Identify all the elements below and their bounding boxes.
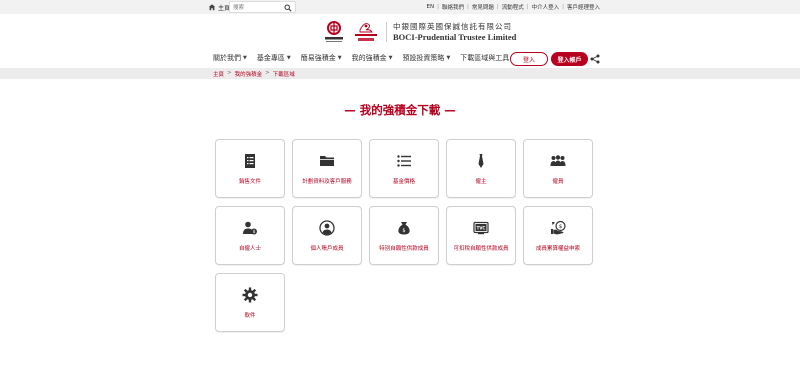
nav-item-my-mpf[interactable]: 我的強積金 ▼ bbox=[352, 53, 393, 63]
company-name: 中銀國際英國保誠信託有限公司 BOCI-Prudential Trustee L… bbox=[393, 23, 516, 41]
hand-coin-icon: $ bbox=[551, 220, 566, 235]
breadcrumb-home[interactable]: 主頁 bbox=[213, 70, 224, 78]
login-button[interactable]: 登入 bbox=[510, 52, 548, 66]
gear-icon bbox=[242, 287, 258, 303]
tile-employee[interactable]: 僱員 bbox=[523, 139, 593, 198]
person-dollar-icon: $ bbox=[243, 221, 257, 235]
tile-label: 僱主 bbox=[475, 179, 487, 185]
tie-icon bbox=[478, 154, 484, 168]
breadcrumb-separator: > bbox=[265, 70, 270, 76]
breadcrumb: 主頁 > 我的強積金 > 下載區域 bbox=[213, 70, 295, 78]
tile-label: 基金價格 bbox=[392, 179, 415, 185]
tile-benefit-claim[interactable]: $ 成員累算權益申索 bbox=[523, 206, 593, 265]
mobile-app-link[interactable]: 流動程式 bbox=[502, 3, 524, 11]
breadcrumb-separator: > bbox=[227, 70, 232, 76]
contact-us-link[interactable]: 聯絡我們 bbox=[442, 3, 464, 11]
share-icon[interactable] bbox=[590, 54, 600, 64]
search-input[interactable] bbox=[233, 3, 283, 12]
svg-text:$: $ bbox=[559, 224, 563, 230]
tile-self-employed[interactable]: $ 自僱人士 bbox=[215, 206, 285, 265]
tile-fund-prices[interactable]: 基金價格 bbox=[369, 139, 439, 198]
breadcrumb-current: 下載區域 bbox=[272, 72, 295, 78]
search-icon[interactable] bbox=[284, 3, 292, 12]
tile-svc-member[interactable]: $ 特別自願性供款成員 bbox=[369, 206, 439, 265]
tile-label: 個人賬戶成員 bbox=[310, 246, 344, 252]
prudential-logo-icon bbox=[355, 23, 377, 41]
utility-links: EN | 聯絡我們 | 常見問題 | 流動程式 | 中介人登入 | 客戶經理登入 bbox=[426, 3, 600, 11]
search-box[interactable] bbox=[229, 1, 296, 13]
list-icon bbox=[397, 155, 411, 167]
svg-text:TVC: TVC bbox=[477, 226, 486, 231]
account-manager-login-link[interactable]: 客戶經理登入 bbox=[567, 3, 600, 11]
svg-text:$: $ bbox=[402, 228, 405, 234]
nav-item-downloads-tools[interactable]: 下載區域與工具▼ bbox=[460, 53, 515, 63]
home-link[interactable]: 主頁 bbox=[208, 2, 230, 12]
tile-sales-documents[interactable]: 銷售文件 bbox=[215, 139, 285, 198]
intermediary-login-link[interactable]: 中介人登入 bbox=[532, 3, 560, 11]
svg-text:$: $ bbox=[253, 229, 256, 235]
money-bag-icon: $ bbox=[398, 222, 410, 235]
home-icon bbox=[208, 4, 216, 11]
chevron-down-icon: ▼ bbox=[286, 55, 291, 61]
chevron-down-icon: ▼ bbox=[446, 55, 451, 61]
nav-item-default-strategy[interactable]: 預設投資策略 ▼ bbox=[402, 53, 450, 63]
group-icon bbox=[550, 155, 566, 166]
user-circle-icon bbox=[319, 220, 335, 236]
tile-tvc-member[interactable]: TVC 可扣稅自願性供款成員 bbox=[446, 206, 516, 265]
tile-label: 成員累算權益申索 bbox=[535, 246, 580, 252]
faq-link[interactable]: 常見問題 bbox=[472, 3, 494, 11]
breadcrumb-bar bbox=[0, 68, 800, 79]
tile-plan-info[interactable]: 計劃資料及客戶服務 bbox=[292, 139, 362, 198]
main-nav: 關於我們 ▼ 基金專區 ▼ 簡易強積金 ▼ 我的強積金 ▼ 預設投資策略 ▼ 下載區域與工… bbox=[213, 53, 515, 63]
lang-switch-link[interactable]: EN bbox=[427, 4, 435, 10]
tile-employer[interactable]: 僱主 bbox=[446, 139, 516, 198]
nav-item-funds[interactable]: 基金專區 ▼ bbox=[257, 53, 291, 63]
breadcrumb-my-mpf[interactable]: 我的強積金 bbox=[235, 70, 263, 78]
tile-label: 特別自願性供款成員 bbox=[379, 246, 429, 252]
chevron-down-icon: ▼ bbox=[243, 55, 247, 61]
header-logos[interactable]: 中銀國際英國保誠信託有限公司 BOCI-Prudential Trustee L… bbox=[322, 20, 516, 44]
tile-software[interactable]: 軟件 bbox=[215, 273, 285, 332]
tile-personal-account-member[interactable]: 個人賬戶成員 bbox=[292, 206, 362, 265]
folder-icon bbox=[320, 156, 334, 166]
tile-label: 軟件 bbox=[244, 313, 256, 319]
utility-bar bbox=[0, 0, 800, 14]
tile-label: 僱員 bbox=[552, 179, 564, 185]
document-list-icon bbox=[245, 154, 255, 168]
tile-label: 自僱人士 bbox=[238, 246, 261, 252]
chevron-down-icon: ▼ bbox=[388, 55, 393, 61]
logo-divider bbox=[386, 22, 387, 42]
tile-label: 銷售文件 bbox=[238, 179, 261, 185]
tile-label: 計劃資料及客戶服務 bbox=[302, 179, 352, 185]
nav-label: 基金專區 bbox=[256, 54, 285, 62]
tile-label: 可扣稅自願性供款成員 bbox=[453, 246, 509, 252]
nav-label: 關於我們 bbox=[213, 54, 241, 62]
company-name-en: BOCI-Prudential Trustee Limited bbox=[393, 31, 517, 42]
boci-logo-icon bbox=[325, 21, 343, 42]
tvc-icon: TVC bbox=[473, 221, 489, 235]
nav-item-about[interactable]: 關於我們 ▼ bbox=[213, 53, 247, 63]
nav-item-easy-mpf[interactable]: 簡易強積金 ▼ bbox=[301, 53, 342, 63]
chevron-down-icon: ▼ bbox=[337, 55, 342, 61]
nav-label: 我的強積金 bbox=[351, 54, 387, 62]
open-account-button[interactable]: 登入帳戶 bbox=[551, 52, 588, 66]
nav-label: 簡易強積金 bbox=[300, 54, 336, 62]
page-title: — 我的強積金下載 — bbox=[344, 103, 456, 117]
nav-label: 下載區域與工具 bbox=[460, 54, 510, 62]
nav-label: 預設投資策略 bbox=[402, 54, 445, 62]
company-name-zh: 中銀國際英國保誠信託有限公司 bbox=[393, 22, 512, 31]
